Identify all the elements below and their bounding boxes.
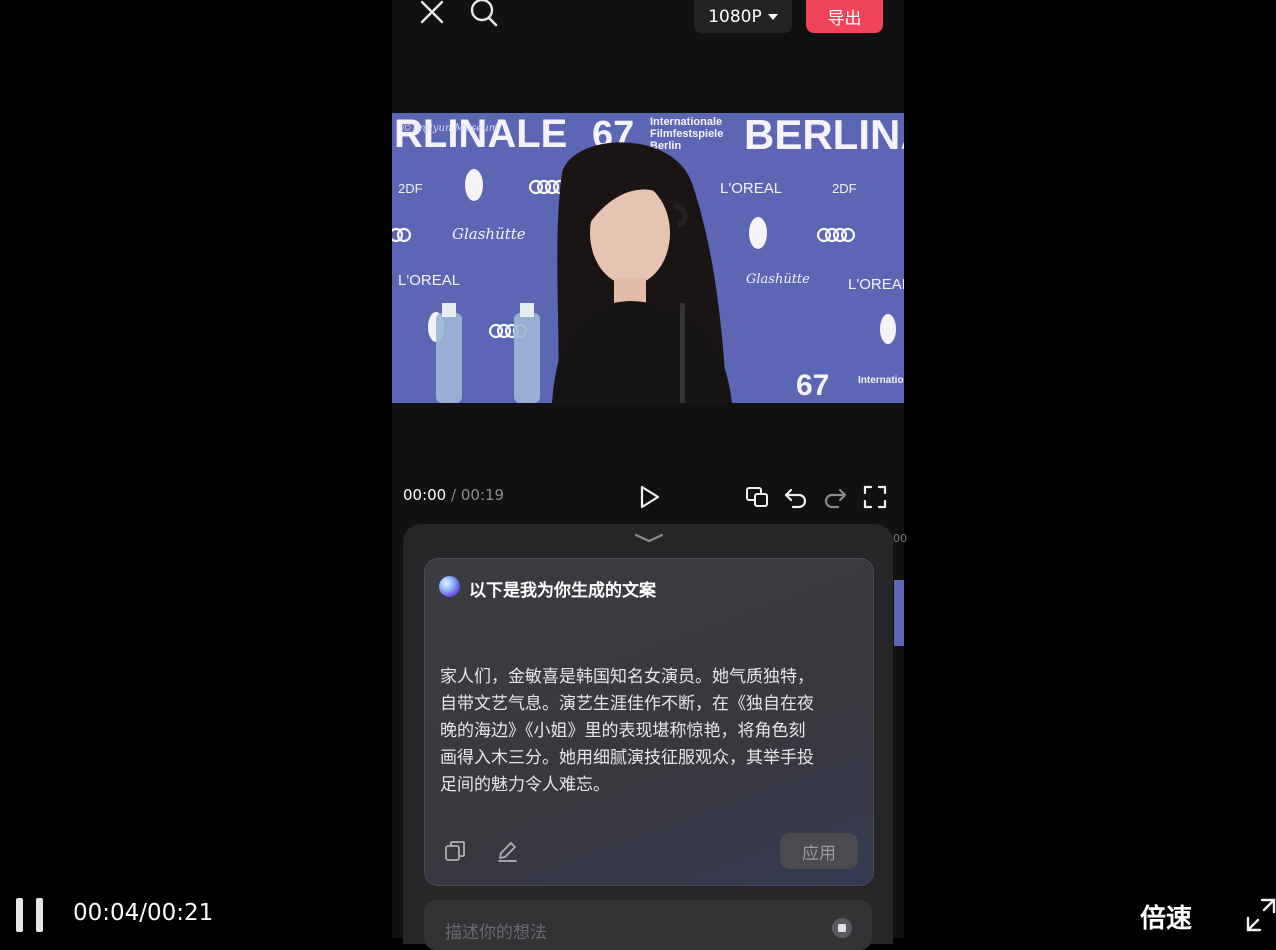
- close-icon[interactable]: [420, 0, 444, 24]
- stop-icon[interactable]: [829, 917, 855, 939]
- export-button[interactable]: 导出: [806, 0, 883, 33]
- copy-icon[interactable]: [444, 840, 466, 862]
- total-time: 00:19: [460, 486, 505, 504]
- apply-button[interactable]: 应用: [780, 833, 858, 869]
- current-time: 00:00: [403, 486, 447, 504]
- collapse-chevron-icon[interactable]: [634, 531, 664, 545]
- pause-bar-right: [36, 898, 43, 932]
- subtitle-toggle-icon[interactable]: [745, 484, 771, 510]
- backdrop-text: L'OREAL: [398, 272, 460, 289]
- ai-orb-icon: [439, 576, 460, 597]
- backdrop-text: Internationale: [650, 116, 722, 128]
- timeline-time-fragment: 00: [893, 532, 907, 545]
- card-title: 以下是我为你生成的文案: [469, 581, 656, 601]
- playback-speed-button[interactable]: 倍速: [1140, 898, 1192, 935]
- backdrop-text: L'OREAL: [720, 180, 782, 197]
- timeline-clip-thumbnail[interactable]: [894, 580, 904, 646]
- redo-icon[interactable]: [822, 484, 848, 510]
- video-frame-image: RLINALE 67 Internationale Filmfestspiele…: [392, 113, 904, 403]
- backdrop-text: 2DF: [832, 181, 857, 196]
- resolution-dropdown[interactable]: 1080P: [694, 0, 792, 33]
- player-time: 00:04/00:21: [73, 900, 214, 926]
- fullscreen-icon[interactable]: [1244, 896, 1276, 934]
- backdrop-text: RLINALE: [394, 113, 567, 156]
- backdrop-text: 67: [796, 369, 829, 402]
- undo-icon[interactable]: [783, 484, 809, 510]
- resolution-label: 1080P: [708, 6, 762, 27]
- backdrop-text: Internationale: [858, 375, 904, 386]
- backdrop-text: 2DF: [398, 181, 423, 196]
- backdrop-text: Filmfestspiele: [650, 128, 723, 140]
- video-preview[interactable]: RLINALE 67 Internationale Filmfestspiele…: [392, 113, 904, 403]
- backdrop-text: Glashütte: [746, 272, 810, 287]
- edit-icon[interactable]: [496, 840, 518, 862]
- pause-icon[interactable]: [16, 898, 46, 932]
- backdrop-text: Glashütte: [452, 225, 526, 243]
- search-icon[interactable]: [470, 0, 498, 28]
- caret-down-icon: [767, 13, 778, 20]
- backdrop-text: BERLINA: [744, 113, 904, 158]
- playback-time: 00:00 / 00:19: [403, 486, 504, 504]
- watermark-text: ©JinJiyun Museum: [402, 123, 498, 134]
- play-icon[interactable]: [638, 484, 662, 510]
- time-separator: /: [451, 486, 457, 504]
- backdrop-text: L'OREAL: [848, 276, 904, 293]
- pause-bar-left: [16, 898, 23, 932]
- fullscreen-editor-icon[interactable]: [862, 484, 888, 510]
- generated-copy-text: 家人们，金敏喜是韩国知名女演员。她气质独特， 自带文艺气息。演艺生涯佳作不断，在…: [440, 667, 814, 795]
- prompt-placeholder: 描述你的想法: [445, 923, 547, 943]
